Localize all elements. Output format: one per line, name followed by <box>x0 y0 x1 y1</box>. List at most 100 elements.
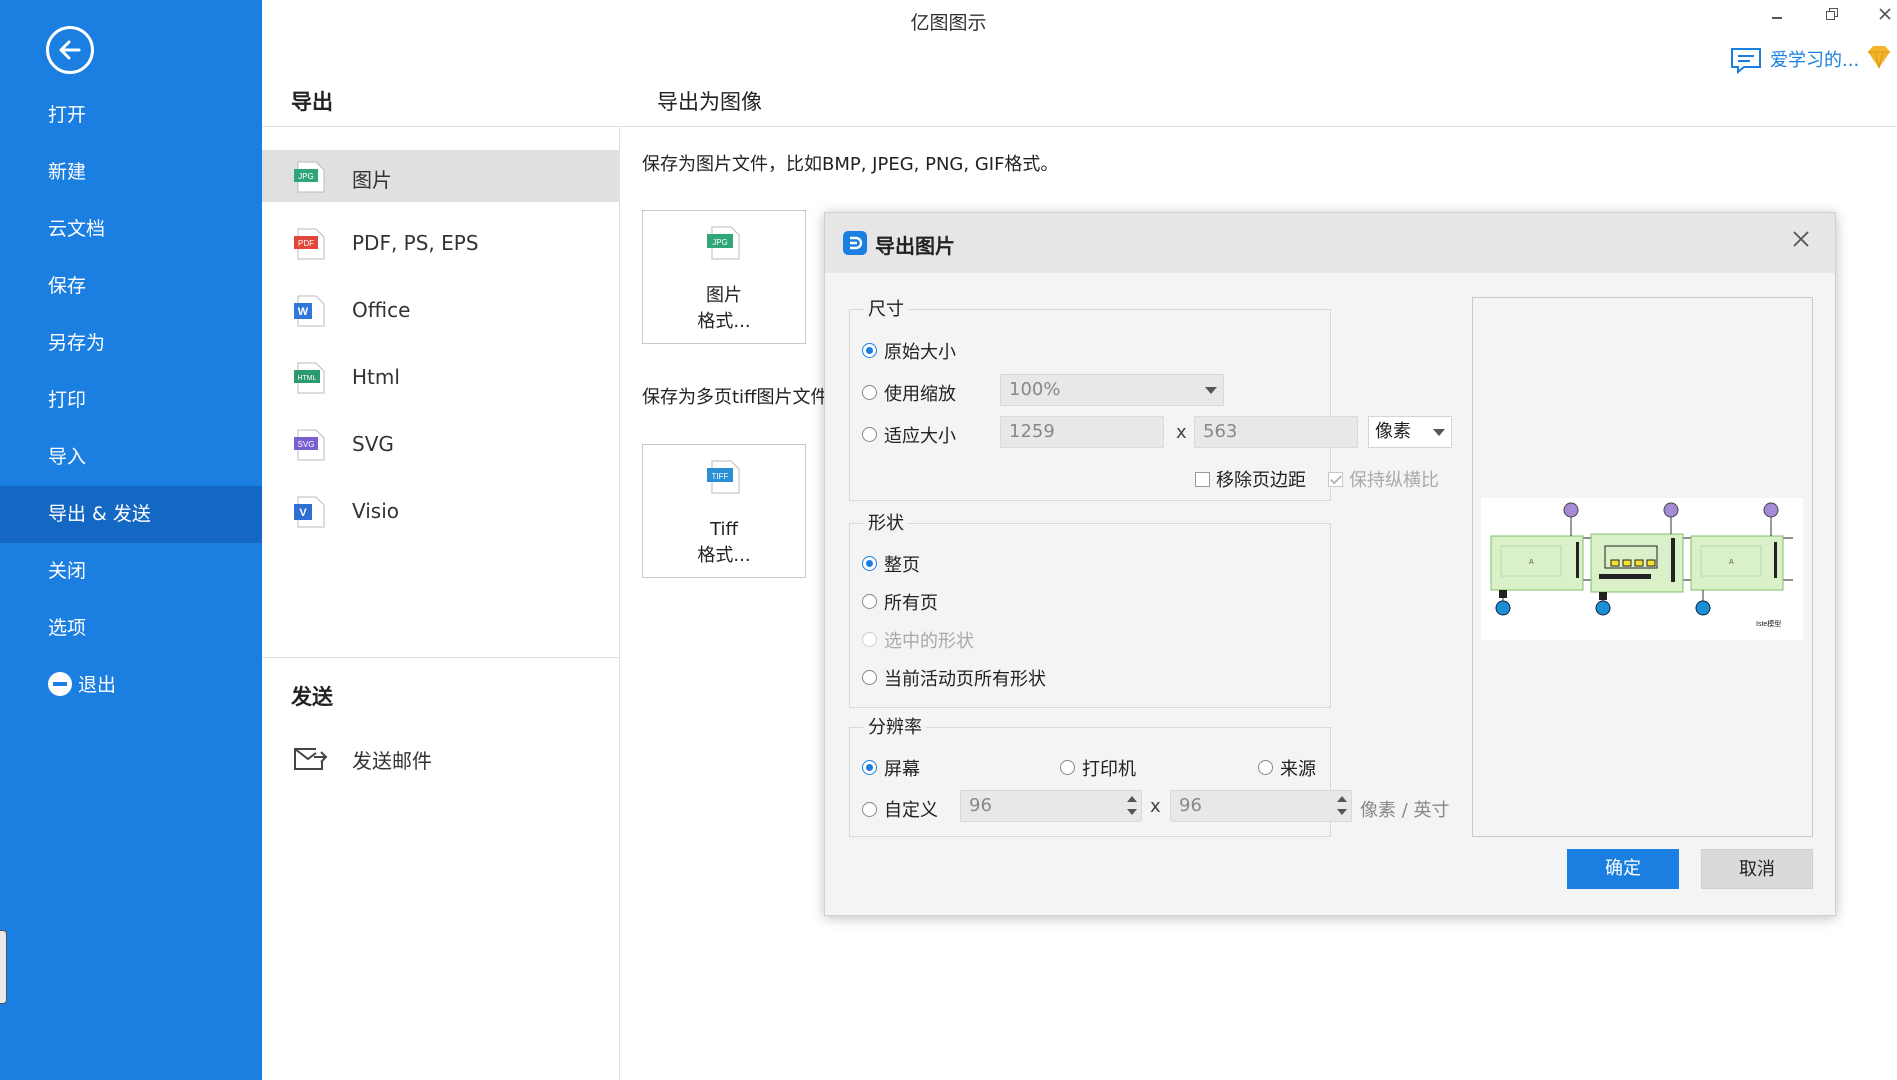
radio-whole-page[interactable] <box>862 556 877 571</box>
svg-text:HTML: HTML <box>297 375 316 382</box>
radio-printer[interactable] <box>1060 760 1075 775</box>
image-format-card[interactable]: JPG 图片 格式... <box>642 210 806 344</box>
checkbox-keep-ratio[interactable] <box>1328 472 1343 487</box>
format-label: SVG <box>352 432 394 456</box>
format-label: PDF, PS, EPS <box>352 231 479 255</box>
svg-text:PDF: PDF <box>298 239 314 248</box>
resolution-group-label: 分辨率 <box>864 713 926 739</box>
chat-icon <box>1731 48 1761 74</box>
size-group: 尺寸 原始大小 使用缩放 100% 适应大小 1259 x 563 像素 移除页… <box>849 295 1452 501</box>
shape-group-label: 形状 <box>864 509 908 535</box>
radio-selected-shapes[interactable] <box>862 632 877 647</box>
height-input[interactable]: 563 <box>1194 416 1358 448</box>
label-current-page-shapes: 当前活动页所有形状 <box>884 669 1046 690</box>
sidebar-item-export-send[interactable]: 导出 & 发送 <box>0 486 262 543</box>
back-button[interactable] <box>46 26 94 74</box>
chevron-down-icon <box>1205 387 1217 394</box>
svg-text:A: A <box>1529 559 1534 566</box>
cancel-button[interactable]: 取消 <box>1701 849 1813 889</box>
radio-current-page-shapes[interactable] <box>862 670 877 685</box>
size-unit-value: 像素 <box>1375 421 1411 442</box>
dpi-unit-label: 像素 / 英寸 <box>1360 800 1450 821</box>
radio-screen[interactable] <box>862 760 877 775</box>
sidebar-item-label: 另存为 <box>48 332 106 354</box>
radio-source[interactable] <box>1258 760 1273 775</box>
sidebar-item-open[interactable]: 打开 <box>0 87 262 144</box>
side-scroll-handle[interactable] <box>0 930 7 1004</box>
dialog-header: 导出图片 <box>825 213 1835 273</box>
svg-text:TIFF: TIFF <box>712 472 729 481</box>
radio-original-size[interactable] <box>862 343 877 358</box>
format-item-pdf[interactable]: PDF PDF, PS, EPS <box>262 217 619 269</box>
format-item-html[interactable]: HTML Html <box>262 351 619 403</box>
sidebar-item-save-as[interactable]: 另存为 <box>0 315 262 372</box>
dialog-close-icon[interactable] <box>1791 229 1811 249</box>
card-label-line1: 图片 <box>706 285 742 306</box>
minimize-button[interactable] <box>1770 6 1784 25</box>
send-heading: 发送 <box>291 685 333 709</box>
sidebar-item-label: 打开 <box>48 104 87 126</box>
size-unit-select[interactable]: 像素 <box>1368 416 1452 448</box>
height-value: 563 <box>1203 421 1238 442</box>
format-item-office[interactable]: W Office <box>262 284 619 336</box>
zoom-select[interactable]: 100% <box>1000 374 1224 406</box>
tiff-format-card[interactable]: TIFF Tiff 格式... <box>642 444 806 578</box>
sidebar-item-cloud-docs[interactable]: 云文档 <box>0 201 262 258</box>
card-label-line2: 格式... <box>697 545 751 566</box>
minus-circle-icon <box>48 671 72 696</box>
sidebar: 打开 新建 云文档 保存 另存为 打印 导入 导出 & 发送 关闭 选项 退出 <box>0 0 262 1080</box>
close-icon <box>1879 8 1891 20</box>
spin-down-icon[interactable] <box>1127 809 1137 815</box>
sidebar-item-save[interactable]: 保存 <box>0 258 262 315</box>
visio-file-icon: V <box>294 496 325 528</box>
radio-custom[interactable] <box>862 802 877 817</box>
restore-button[interactable] <box>1825 6 1839 25</box>
dpi-x-value: 96 <box>969 795 992 816</box>
sidebar-item-close[interactable]: 关闭 <box>0 543 262 600</box>
html-file-icon: HTML <box>294 362 325 394</box>
sidebar-item-print[interactable]: 打印 <box>0 372 262 429</box>
sidebar-item-exit[interactable]: 退出 <box>0 657 262 714</box>
close-window-button[interactable] <box>1878 6 1892 25</box>
spin-down-icon[interactable] <box>1337 809 1347 815</box>
preview-caption: Iste模型 <box>1756 619 1781 628</box>
svg-text:A: A <box>1729 559 1734 566</box>
format-item-visio[interactable]: V Visio <box>262 485 619 537</box>
card-label-line1: Tiff <box>710 519 738 540</box>
checkbox-remove-margin[interactable] <box>1195 472 1210 487</box>
label-screen: 屏幕 <box>884 759 920 780</box>
mail-send-icon <box>294 748 328 770</box>
preview-thumbnail: A A Iste模型 <box>1481 498 1803 640</box>
format-label: 图片 <box>352 168 392 192</box>
label-selected-shapes: 选中的形状 <box>884 631 974 652</box>
preview-pane: A A Iste模型 <box>1472 297 1813 837</box>
format-item-image[interactable]: JPG 图片 <box>262 150 619 202</box>
sidebar-item-label: 保存 <box>48 275 87 297</box>
spin-up-icon[interactable] <box>1127 796 1137 802</box>
arrow-left-icon <box>59 40 81 60</box>
format-item-svg[interactable]: SVG SVG <box>262 418 619 470</box>
card-label-line2: 格式... <box>697 311 751 332</box>
dpi-y-input[interactable]: 96 <box>1170 790 1352 822</box>
spin-up-icon[interactable] <box>1337 796 1347 802</box>
width-input[interactable]: 1259 <box>1000 416 1164 448</box>
sidebar-item-import[interactable]: 导入 <box>0 429 262 486</box>
format-label: Html <box>352 365 400 389</box>
radio-fit-size[interactable] <box>862 427 877 442</box>
sidebar-item-label: 退出 <box>78 674 117 696</box>
edraw-logo-icon <box>843 231 867 255</box>
vip-diamond-icon <box>1868 46 1890 69</box>
label-original-size: 原始大小 <box>884 342 956 363</box>
send-email-item[interactable]: 发送邮件 <box>262 731 619 783</box>
send-divider <box>262 657 619 658</box>
radio-all-pages[interactable] <box>862 594 877 609</box>
svg-text:W: W <box>298 306 309 318</box>
label-keep-ratio: 保持纵横比 <box>1349 470 1439 491</box>
sidebar-item-options[interactable]: 选项 <box>0 600 262 657</box>
ok-button[interactable]: 确定 <box>1567 849 1679 889</box>
radio-use-zoom[interactable] <box>862 385 877 400</box>
user-name: 爱学习的... <box>1770 50 1860 71</box>
zoom-value: 100% <box>1009 379 1061 400</box>
sidebar-item-new[interactable]: 新建 <box>0 144 262 201</box>
dpi-x-input[interactable]: 96 <box>960 790 1142 822</box>
